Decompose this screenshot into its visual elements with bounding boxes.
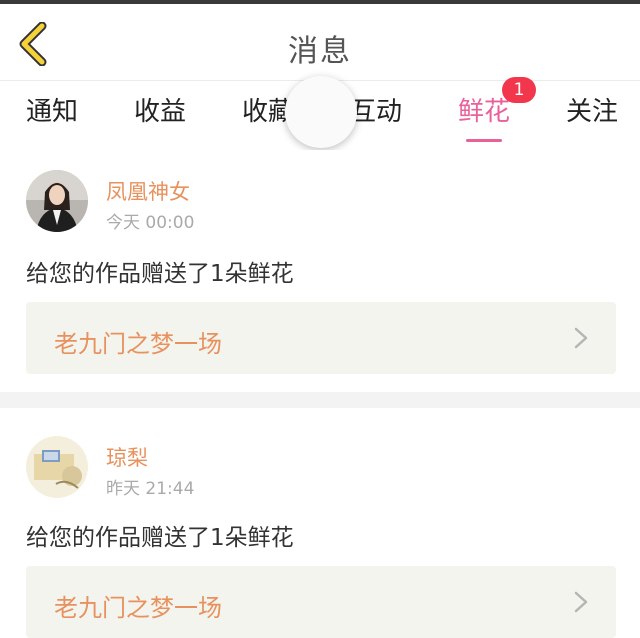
tab-label: 收益 [134, 97, 187, 127]
sender-name[interactable]: 凤凰神女 [106, 176, 190, 206]
tab-earnings[interactable]: 收益 [134, 91, 186, 128]
message-text: 给您的作品赠送了1朵鲜花 [26, 525, 294, 551]
sender-name[interactable]: 琼梨 [106, 442, 148, 472]
avatar[interactable] [26, 170, 88, 232]
work-title: 老九门之梦一场 [54, 594, 222, 622]
avatar-image [26, 436, 88, 498]
tab-notice[interactable]: 通知 [26, 91, 78, 128]
chevron-right-icon [574, 591, 588, 613]
message-card: 凤凰神女 今天 00:00 给您的作品赠送了1朵鲜花 老九门之梦一场 [0, 150, 640, 392]
tab-label: 通知 [26, 97, 79, 127]
work-title: 老九门之梦一场 [54, 330, 222, 358]
work-link[interactable]: 老九门之梦一场 [26, 566, 616, 638]
page-title: 消息 [288, 34, 352, 69]
active-tab-indicator [466, 139, 503, 142]
avatar-image [26, 170, 88, 232]
message-time: 昨天 21:44 [106, 479, 195, 499]
avatar[interactable] [26, 436, 88, 498]
tab-flowers[interactable]: 鲜花 1 [458, 77, 536, 142]
message-time: 今天 00:00 [106, 213, 195, 233]
message-text: 给您的作品赠送了1朵鲜花 [26, 261, 294, 287]
tab-follow[interactable]: 关注 [566, 91, 618, 128]
tab-label: 关注 [566, 97, 619, 127]
tab-interactions[interactable]: 互动 [350, 91, 402, 128]
chevron-right-icon [574, 327, 588, 349]
work-link[interactable]: 老九门之梦一场 [26, 302, 616, 374]
message-card: 琼梨 昨天 21:44 给您的作品赠送了1朵鲜花 老九门之梦一场 [0, 408, 640, 638]
floating-touch-overlay[interactable] [285, 76, 357, 148]
tab-label: 鲜花 [458, 97, 511, 127]
section-divider [0, 392, 640, 408]
tab-label: 互动 [350, 97, 403, 127]
header: 消息 [0, 4, 640, 81]
tab-badge: 1 [502, 77, 536, 103]
